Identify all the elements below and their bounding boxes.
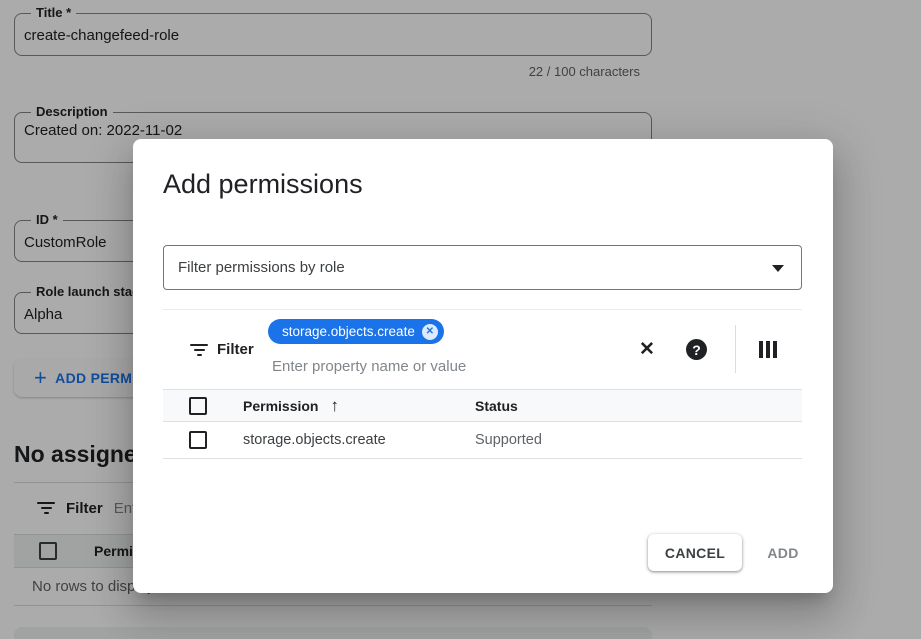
dialog-filter-label: Filter (217, 341, 254, 358)
row-permission-cell: storage.objects.create (243, 432, 386, 448)
dialog-permission-column-header[interactable]: Permission ↑ (243, 396, 339, 416)
dialog-table-header: Permission ↑ Status (163, 389, 802, 422)
dialog-select-all-checkbox[interactable] (189, 397, 207, 415)
row-checkbox[interactable] (189, 431, 207, 449)
cancel-button[interactable]: CANCEL (648, 534, 742, 571)
divider (163, 309, 802, 310)
dialog-filter-button[interactable]: Filter (190, 341, 254, 358)
column-display-icon[interactable] (757, 341, 779, 358)
help-icon[interactable]: ? (686, 339, 707, 360)
dialog-filter-input[interactable]: Enter property name or value (272, 358, 466, 375)
filter-permissions-by-role-select[interactable]: Filter permissions by role (163, 245, 802, 290)
toolbar-divider (735, 325, 736, 373)
chevron-down-icon (772, 265, 784, 272)
table-row[interactable]: storage.objects.create Supported (163, 422, 802, 459)
dialog-title: Add permissions (163, 169, 363, 200)
filter-icon (190, 344, 208, 356)
add-button[interactable]: ADD (751, 534, 815, 571)
dialog-status-column-header[interactable]: Status (475, 398, 518, 414)
role-select-placeholder: Filter permissions by role (178, 259, 345, 276)
clear-filters-icon[interactable]: ✕ (633, 335, 661, 363)
filter-chip-label: storage.objects.create (282, 324, 415, 339)
sort-ascending-icon: ↑ (330, 396, 339, 416)
row-status-cell: Supported (475, 432, 542, 448)
add-permissions-dialog: Add permissions Filter permissions by ro… (133, 139, 833, 593)
filter-chip[interactable]: storage.objects.create ✕ (268, 319, 444, 344)
chip-remove-icon[interactable]: ✕ (422, 324, 438, 340)
